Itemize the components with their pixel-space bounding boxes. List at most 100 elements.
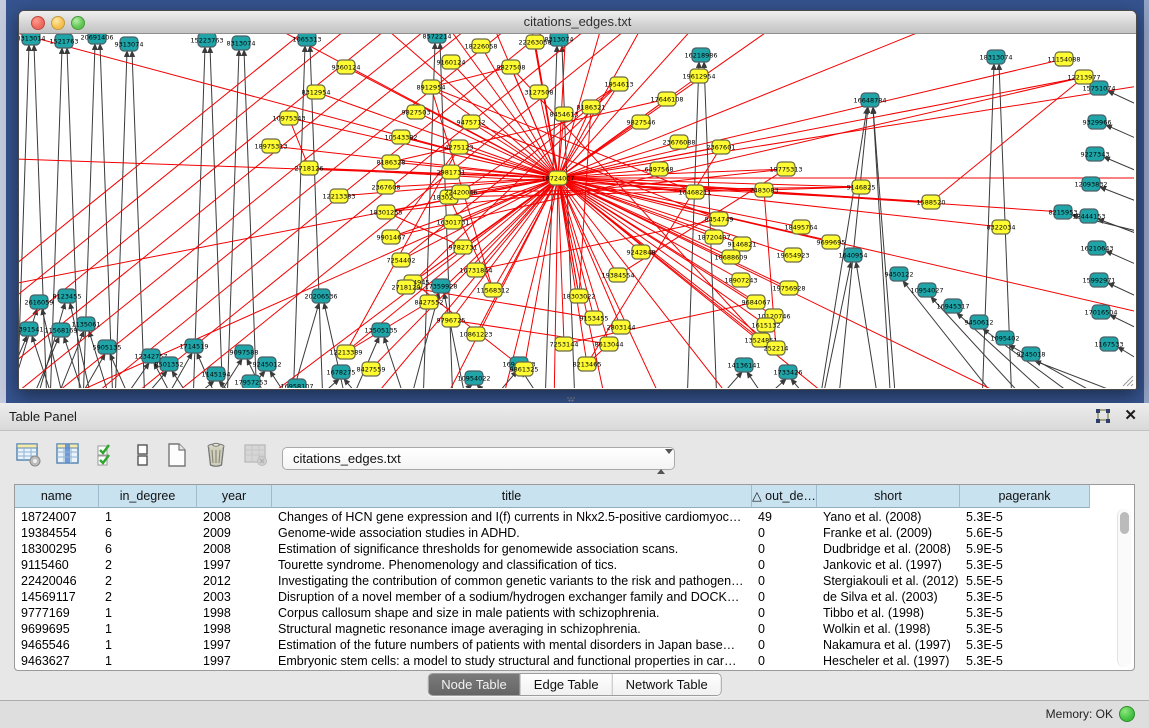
cell-out_de[interactable]: 0 <box>752 605 817 621</box>
table-row[interactable]: 1938455462009Genome-wide association stu… <box>15 525 1090 541</box>
cell-short[interactable]: Yano et al. (2008) <box>817 509 960 525</box>
graph-node[interactable]: 8454613 <box>550 107 579 121</box>
cell-short[interactable]: Dudbridge et al. (2008) <box>817 541 960 557</box>
cell-out_de[interactable]: 49 <box>752 509 817 525</box>
graph-node[interactable]: 2367608 <box>372 180 401 194</box>
cell-out_de[interactable]: 0 <box>752 621 817 637</box>
table-row[interactable]: 946554611997Estimation of the future num… <box>15 637 1090 653</box>
cell-year[interactable]: 2008 <box>197 509 272 525</box>
cell-title[interactable]: Tourette syndrome. Phenomenology and cla… <box>272 557 752 573</box>
show-columns-icon[interactable] <box>53 439 83 471</box>
cell-in_degree[interactable]: 1 <box>99 621 197 637</box>
graph-node[interactable]: 1678275 <box>327 365 356 379</box>
cell-out_de[interactable]: 0 <box>752 589 817 605</box>
graph-node[interactable]: 16648784 <box>853 93 886 107</box>
cell-out_de[interactable]: 0 <box>752 653 817 669</box>
graph-node[interactable]: 13505135 <box>364 323 397 337</box>
graph-node[interactable]: 9391541 <box>19 322 43 336</box>
cell-in_degree[interactable]: 6 <box>99 525 197 541</box>
graph-node[interactable]: 19756928 <box>772 281 805 295</box>
graph-node[interactable]: 17957253 <box>234 375 267 388</box>
graph-node[interactable]: 9245018 <box>1017 347 1046 361</box>
cell-pagerank[interactable]: 5.3E-5 <box>960 557 1090 573</box>
cell-in_degree[interactable]: 6 <box>99 541 197 557</box>
graph-node[interactable]: 19654923 <box>776 248 809 262</box>
table-row[interactable]: 1456911722003Disruption of a novel membe… <box>15 589 1090 605</box>
cell-name[interactable]: 19384554 <box>15 525 99 541</box>
cell-name[interactable]: 18300295 <box>15 541 99 557</box>
graph-node[interactable]: 9242848 <box>627 245 656 259</box>
graph-node[interactable]: 10543382 <box>384 130 417 144</box>
cell-year[interactable]: 1997 <box>197 637 272 653</box>
cell-year[interactable]: 2009 <box>197 525 272 541</box>
table-row[interactable]: 969969511998Structural magnetic resonanc… <box>15 621 1090 637</box>
graph-node[interactable]: 1521763 <box>50 34 79 48</box>
cell-pagerank[interactable]: 5.3E-5 <box>960 589 1090 605</box>
cell-pagerank[interactable]: 5.3E-5 <box>960 621 1090 637</box>
table-row[interactable]: 977716911998Corpus callosum shape and si… <box>15 605 1090 621</box>
graph-node[interactable]: 9450122 <box>885 267 914 281</box>
graph-node[interactable]: 2803144 <box>607 320 636 334</box>
cell-in_degree[interactable]: 1 <box>99 637 197 653</box>
cell-title[interactable]: Genome-wide association studies in ADHD. <box>272 525 752 541</box>
graph-node[interactable]: 17016504 <box>1084 305 1117 319</box>
graph-node[interactable]: 8313074 <box>227 36 256 50</box>
cell-name[interactable]: 22420046 <box>15 573 99 589</box>
graph-node[interactable]: 9146821 <box>728 237 757 251</box>
table-row[interactable]: 911546021997Tourette syndrome. Phenomeno… <box>15 557 1090 573</box>
cell-name[interactable]: 18724007 <box>15 509 99 525</box>
graph-node[interactable]: 9245012 <box>253 357 282 371</box>
cell-in_degree[interactable]: 1 <box>99 605 197 621</box>
cell-name[interactable]: 9699695 <box>15 621 99 637</box>
table-row[interactable]: 2242004622012Investigating the contribut… <box>15 573 1090 589</box>
cell-title[interactable]: Estimation of the future numbers of pati… <box>272 637 752 653</box>
graph-node[interactable]: 16210643 <box>1080 241 1113 255</box>
graph-node[interactable]: 9450612 <box>965 315 994 329</box>
cell-year[interactable]: 2008 <box>197 541 272 557</box>
column-header-title[interactable]: title <box>272 485 752 508</box>
cell-title[interactable]: Corpus callosum shape and size in male p… <box>272 605 752 621</box>
scrollbar-thumb[interactable] <box>1120 512 1129 534</box>
new-table-icon[interactable] <box>162 439 192 471</box>
cell-title[interactable]: Disruption of a novel member of a sodium… <box>272 589 752 605</box>
cell-out_de[interactable]: 0 <box>752 541 817 557</box>
column-header-short[interactable]: short <box>817 485 960 508</box>
graph-node[interactable]: 15223763 <box>190 34 223 47</box>
graph-node[interactable]: 9796725 <box>437 313 466 327</box>
graph-node[interactable]: 9684067 <box>742 295 771 309</box>
graph-node[interactable]: 9329966 <box>1083 115 1112 129</box>
float-panel-icon[interactable] <box>1094 408 1111 425</box>
cell-in_degree[interactable]: 2 <box>99 573 197 589</box>
graph-node[interactable]: 11154088 <box>1047 52 1080 66</box>
graph-node[interactable]: 1065313 <box>293 34 322 46</box>
cell-pagerank[interactable]: 5.3E-5 <box>960 509 1090 525</box>
graph-node[interactable]: 16731844 <box>459 263 492 277</box>
cell-name[interactable]: 9115460 <box>15 557 99 573</box>
cell-name[interactable]: 9777169 <box>15 605 99 621</box>
graph-node[interactable]: 8123455 <box>53 289 82 303</box>
cell-year[interactable]: 1998 <box>197 605 272 621</box>
cell-out_de[interactable]: 0 <box>752 573 817 589</box>
table-selector-combobox[interactable]: citations_edges.txt <box>282 447 675 470</box>
cell-out_de[interactable]: 0 <box>752 557 817 573</box>
graph-node[interactable]: 9227343 <box>1081 147 1110 161</box>
cell-short[interactable]: de Silva et al. (2003) <box>817 589 960 605</box>
cell-name[interactable]: 9463627 <box>15 653 99 669</box>
cell-in_degree[interactable]: 2 <box>99 557 197 573</box>
cell-short[interactable]: Wolkin et al. (1998) <box>817 621 960 637</box>
graph-node[interactable]: 11568312 <box>476 283 509 297</box>
graph-node[interactable]: 8312954 <box>302 85 331 99</box>
graph-node[interactable]: 20206536 <box>304 289 337 303</box>
graph-node[interactable]: 8427559 <box>357 362 386 376</box>
cell-short[interactable]: Stergiakouli et al. (2012) <box>817 573 960 589</box>
graph-node[interactable]: 1714519 <box>180 339 209 353</box>
delete-columns-icon[interactable] <box>201 439 231 471</box>
cell-pagerank[interactable]: 5.5E-5 <box>960 573 1090 589</box>
graph-node[interactable]: 8572214 <box>423 34 452 43</box>
graph-node[interactable]: 7483083 <box>750 183 779 197</box>
cell-name[interactable]: 9465546 <box>15 637 99 653</box>
memory-ok-indicator[interactable] <box>1119 706 1135 722</box>
cell-short[interactable]: Tibbo et al. (1998) <box>817 605 960 621</box>
graph-node[interactable]: 19775313 <box>769 162 802 176</box>
cell-pagerank[interactable]: 5.3E-5 <box>960 637 1090 653</box>
